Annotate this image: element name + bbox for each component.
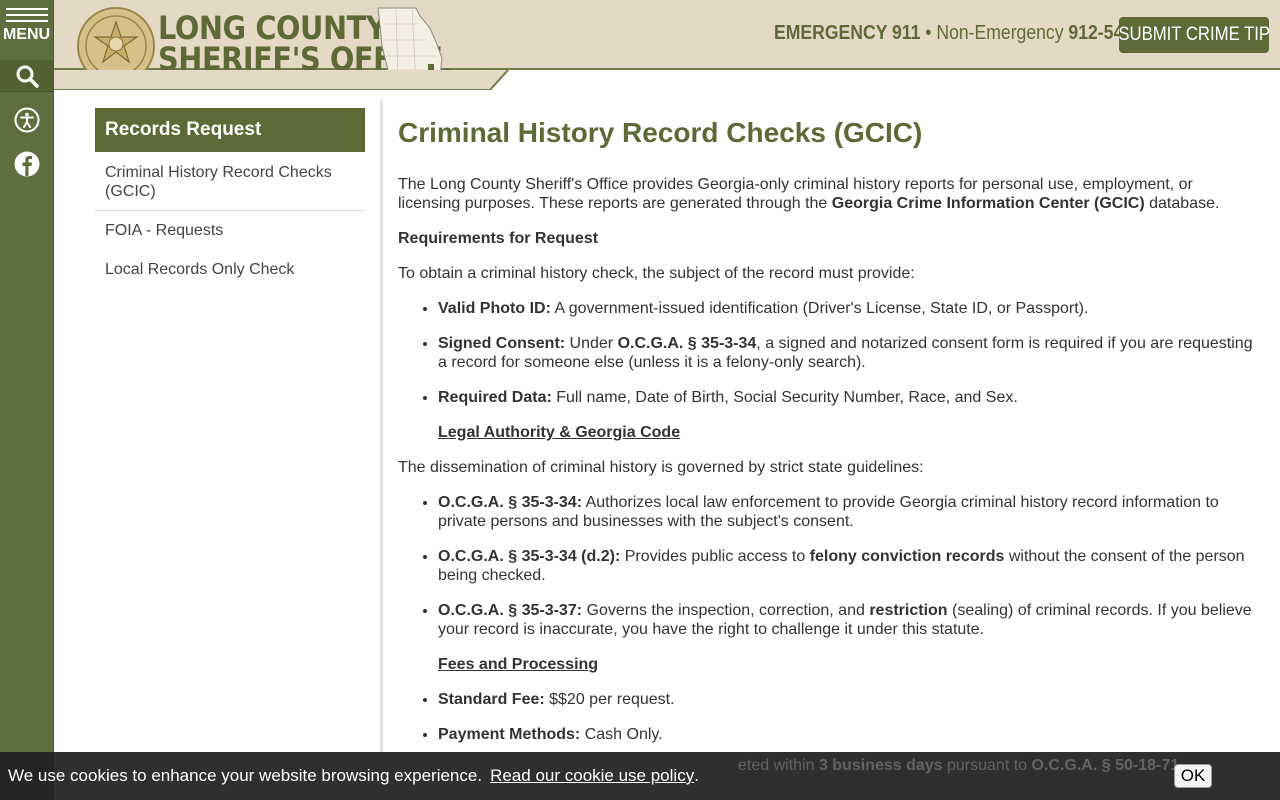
non-emergency-label: Non-Emergency [936,22,1064,44]
sidebar-item-foia[interactable]: FOIA - Requests [95,211,365,250]
submit-crime-tip-label: SUBMIT CRIME TIP [1118,24,1270,45]
menu-label: MENU [2,26,51,43]
search-button[interactable] [0,60,53,92]
contact-numbers: EMERGENCY 911 • Non-Emergency 912-545-21… [774,22,1177,45]
hamburger-icon [5,8,48,26]
legal-list: O.C.G.A. § 35-3-34: Authorizes local law… [438,493,1258,639]
side-rail: MENU [0,0,54,800]
cookie-policy-link[interactable]: Read our cookie use policy [490,766,694,786]
contact-separator: • [920,22,937,44]
list-item: Signed Consent: Under O.C.G.A. § 35-3-34… [438,334,1258,372]
requirements-list: Valid Photo ID: A government-issued iden… [438,299,1258,407]
requirements-lead: To obtain a criminal history check, the … [398,265,915,282]
list-item: Required Data: Full name, Date of Birth,… [438,388,1258,407]
cookie-period: . [694,766,699,785]
legal-lead: The dissemination of criminal history is… [398,459,924,476]
sidebar-title: Records Request [95,108,365,152]
requirements-heading: Requirements for Request [398,230,599,247]
content-divider [380,100,383,800]
legal-heading: Legal Authority & Georgia Code [438,424,681,441]
list-item: Standard Fee: $$20 per request. [438,690,1258,709]
cookie-underlying-text: eted within 3 business days pursuant to … [738,757,1180,774]
cookie-ok-button[interactable]: OK [1174,764,1212,788]
sidebar-item-criminal-history[interactable]: Criminal History Record Checks (GCIC) [95,152,365,211]
cookie-text: We use cookies to enhance your website b… [8,766,483,785]
facebook-icon [14,151,39,177]
list-item: Payment Methods: Cash Only. [438,725,1258,744]
fees-heading: Fees and Processing [438,656,599,673]
accessibility-icon [14,107,39,133]
list-item: O.C.G.A. § 35-3-34: Authorizes local law… [438,493,1258,531]
list-item: O.C.G.A. § 35-3-37: Governs the inspecti… [438,601,1258,639]
sidebar: Records Request Criminal History Record … [95,108,365,289]
header-edge [54,70,509,90]
submit-crime-tip-button[interactable]: SUBMIT CRIME TIP [1118,17,1270,53]
list-item: O.C.G.A. § 35-3-34 (d.2): Provides publi… [438,547,1258,585]
main-content: Criminal History Record Checks (GCIC) Th… [398,117,1258,760]
intro-paragraph: The Long County Sheriff's Office provide… [398,176,1220,212]
sidebar-list: Criminal History Record Checks (GCIC) FO… [95,152,365,289]
accessibility-button[interactable] [0,98,53,142]
list-item: Valid Photo ID: A government-issued iden… [438,299,1258,318]
cookie-banner: eted within 3 business days pursuant to … [0,752,1280,800]
page-title: Criminal History Record Checks (GCIC) [398,117,923,148]
search-icon [16,65,39,88]
facebook-button[interactable] [0,142,53,186]
site-header: LONG COUNTY SHERIFF'S OFFICE Georgia EME… [54,0,1280,85]
emergency-number[interactable]: EMERGENCY 911 [774,22,920,44]
menu-button[interactable]: MENU [0,0,53,60]
fees-list: Standard Fee: $$20 per request. Payment … [438,690,1258,744]
sidebar-item-local-records[interactable]: Local Records Only Check [95,250,365,289]
